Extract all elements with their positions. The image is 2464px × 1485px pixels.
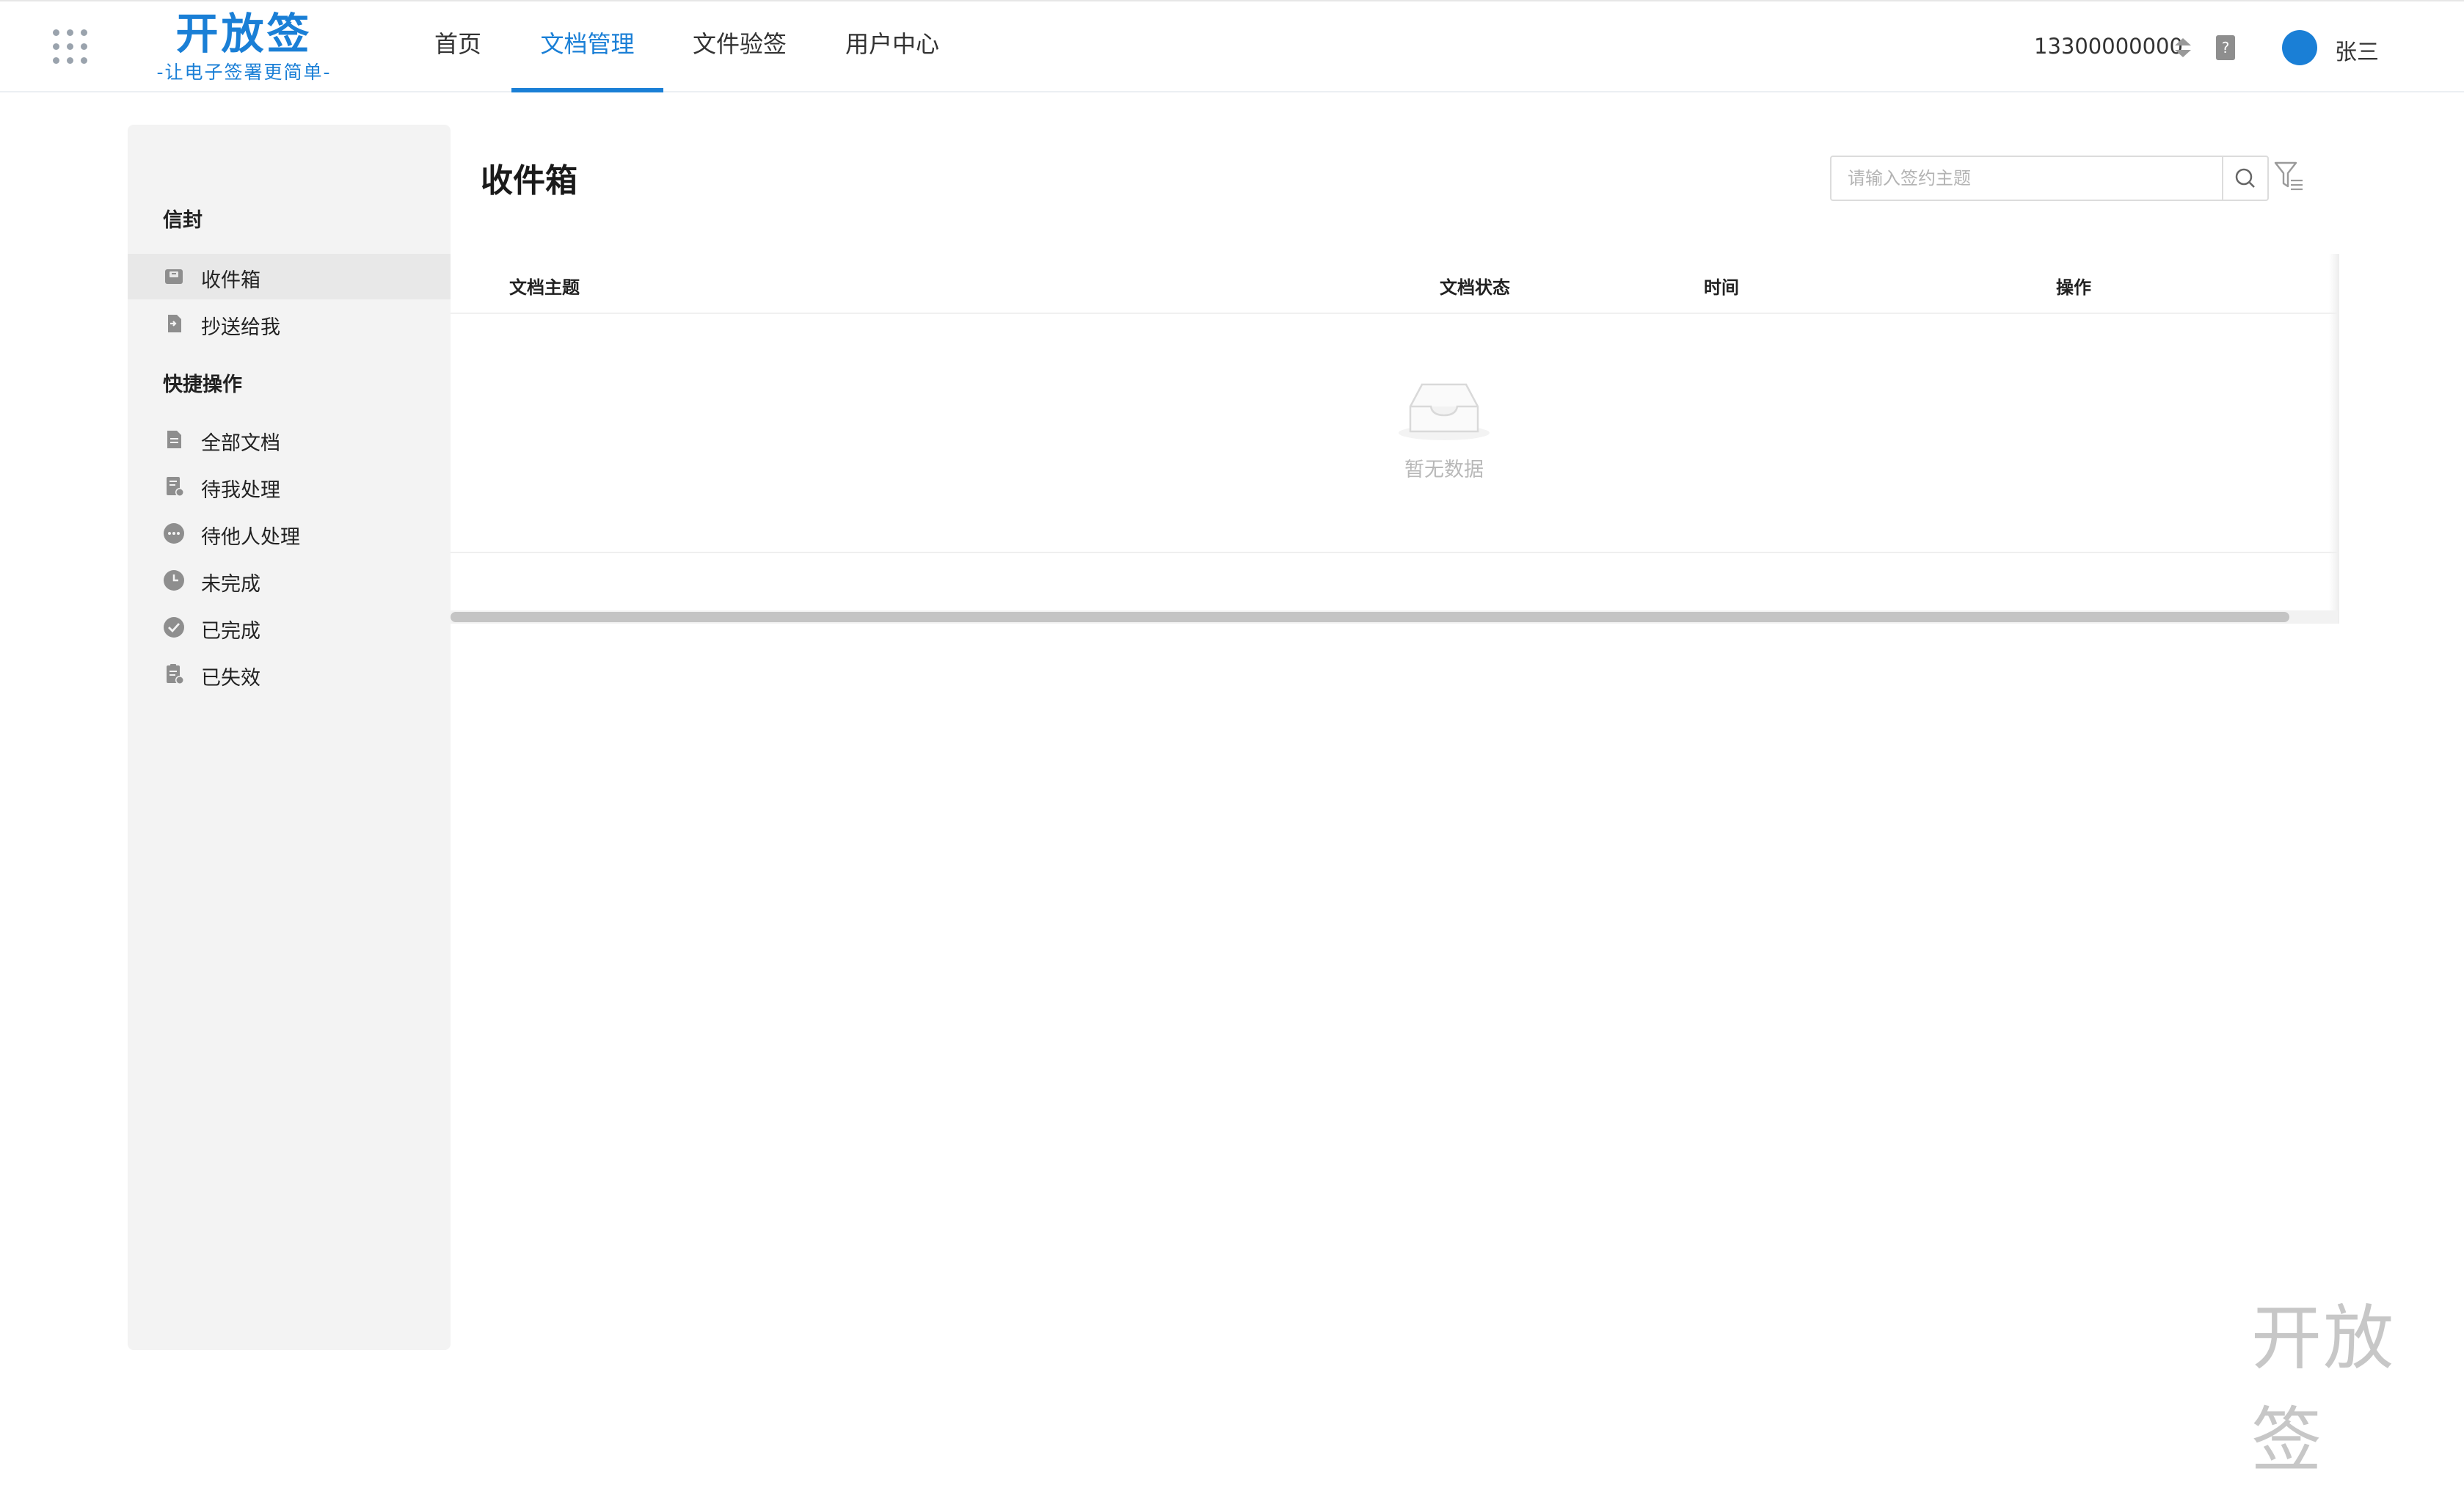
- sidebar-item-all-documents[interactable]: 全部文档: [128, 417, 451, 462]
- search-input[interactable]: [1831, 157, 2223, 200]
- sidebar-item-completed[interactable]: 已完成: [128, 605, 451, 650]
- sidebar-item-label: 全部文档: [201, 432, 280, 455]
- search-box: [1830, 156, 2269, 201]
- column-header-time: 时间: [1704, 277, 1739, 298]
- table-body-divider: [451, 552, 2338, 553]
- sidebar-item-label: 收件箱: [201, 269, 260, 292]
- nav-document-management[interactable]: 文档管理: [511, 1, 663, 92]
- sidebar-item-expired[interactable]: 已失效: [128, 652, 451, 697]
- sidebar-item-label: 待我处理: [201, 479, 280, 502]
- check-circle-icon: [164, 617, 184, 638]
- documents-table: [451, 254, 2338, 624]
- sidebar: 信封 收件箱 抄送给我 快捷操作 全部文档 待我处理 待他人处理 未完成 已完成…: [128, 125, 451, 1350]
- watermark: 开放签: [2251, 1297, 2395, 1481]
- sidebar-group-envelope: 信封: [163, 209, 203, 232]
- brand-slogan: -让电子签署更简单-: [156, 62, 332, 83]
- switch-account-icon[interactable]: [2173, 37, 2193, 59]
- search-icon: [2235, 168, 2255, 188]
- column-header-subject: 文档主题: [509, 277, 580, 298]
- sidebar-item-label: 已失效: [201, 667, 260, 690]
- inbox-icon: [165, 269, 183, 284]
- username[interactable]: 张三: [2335, 34, 2379, 66]
- table-fixed-shadow: [2329, 254, 2339, 624]
- table-header-divider: [451, 313, 2338, 314]
- sidebar-item-label: 抄送给我: [201, 316, 280, 339]
- expired-doc-icon: [167, 664, 184, 685]
- nav-file-verify[interactable]: 文件验签: [681, 1, 798, 92]
- pending-me-icon: [167, 477, 184, 497]
- brand-title: 开放签: [175, 9, 313, 59]
- sidebar-item-pending-me[interactable]: 待我处理: [128, 464, 451, 509]
- account-phone[interactable]: 13300000000: [2034, 34, 2183, 59]
- horizontal-scrollbar-thumb[interactable]: [451, 612, 2289, 622]
- sidebar-group-quick: 快捷操作: [163, 373, 242, 396]
- sidebar-item-label: 待他人处理: [201, 526, 300, 549]
- brand-logo[interactable]: 开放签 -让电子签署更简单-: [150, 6, 338, 84]
- sidebar-item-pending-others[interactable]: 待他人处理: [128, 511, 451, 556]
- sidebar-item-label: 已完成: [201, 620, 260, 643]
- filter-icon[interactable]: [2273, 158, 2306, 195]
- help-doc-icon[interactable]: ?: [2216, 35, 2235, 60]
- sidebar-item-inbox[interactable]: 收件箱: [128, 254, 451, 299]
- nav-user-center[interactable]: 用户中心: [834, 1, 951, 92]
- page-title: 收件箱: [481, 162, 577, 200]
- empty-inbox-icon: [1399, 383, 1490, 440]
- nav-home[interactable]: 首页: [420, 1, 496, 92]
- column-header-actions: 操作: [2056, 277, 2091, 298]
- top-header: 开放签 -让电子签署更简单- 首页 文档管理 文件验签 用户中心 1330000…: [0, 0, 2464, 92]
- cc-doc-icon: [168, 315, 181, 332]
- clock-icon: [164, 570, 184, 591]
- search-button[interactable]: [2222, 157, 2267, 200]
- column-header-status: 文档状态: [1440, 277, 1510, 298]
- sidebar-item-cc-to-me[interactable]: 抄送给我: [128, 301, 451, 346]
- sidebar-item-incomplete[interactable]: 未完成: [128, 558, 451, 603]
- apps-grid-icon[interactable]: [53, 29, 88, 65]
- sidebar-item-label: 未完成: [201, 573, 260, 596]
- empty-state-text: 暂无数据: [1404, 459, 1484, 481]
- more-dots-icon: [164, 523, 184, 544]
- document-icon: [167, 431, 181, 448]
- avatar[interactable]: [2282, 30, 2317, 65]
